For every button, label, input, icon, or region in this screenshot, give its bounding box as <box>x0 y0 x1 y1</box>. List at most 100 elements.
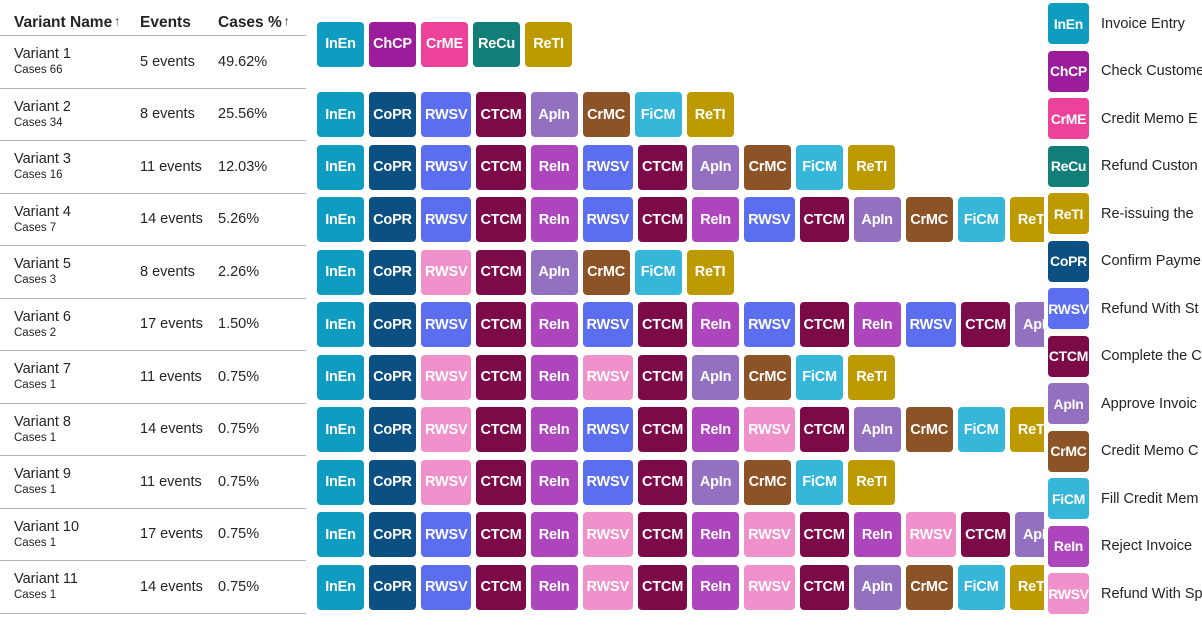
activity-tile[interactable]: InEn <box>317 512 364 558</box>
legend-item[interactable]: ChCP Check Custome <box>1044 48 1202 96</box>
activity-tile[interactable]: ApIn <box>1015 302 1044 348</box>
activity-tile[interactable]: CoPR <box>369 197 416 243</box>
activity-tile[interactable]: CTCM <box>476 564 526 610</box>
activity-tile[interactable]: InEn <box>317 407 364 453</box>
activity-tile[interactable]: CTCM <box>638 407 688 453</box>
activity-tile[interactable]: InEn <box>317 459 364 505</box>
table-row[interactable]: Variant 3 Cases 16 11 events 12.03% <box>0 141 306 194</box>
variant-sequence-row[interactable]: InEn CoPR RWSV CTCM ReIn RWSV CTCM ReIn RWSV CTCM… <box>306 561 1044 614</box>
activity-tile[interactable]: ReTI <box>1009 197 1044 243</box>
activity-tile[interactable]: CTCM <box>799 564 849 610</box>
table-row[interactable]: Variant 10 Cases 1 17 events 0.75% <box>0 509 306 561</box>
activity-tile[interactable]: CTCM <box>476 407 526 453</box>
activity-tile[interactable]: ReTI <box>848 459 896 505</box>
activity-tile[interactable]: CTCM <box>961 512 1011 558</box>
legend-item[interactable]: RWSV Refund With St <box>1044 285 1202 333</box>
variant-sequence-row[interactable]: InEn CoPR RWSV CTCM ReIn RWSV CTCM ApIn CrMC FiCM… <box>306 456 1044 509</box>
activity-tile[interactable]: FiCM <box>957 407 1005 453</box>
activity-tile[interactable]: InEn <box>317 302 364 348</box>
activity-tile[interactable]: ApIn <box>530 249 578 295</box>
table-row[interactable]: Variant 1 Cases 66 5 events 49.62% <box>0 36 306 89</box>
activity-tile[interactable]: RWSV <box>744 564 795 610</box>
activity-tile[interactable]: InEn <box>317 144 364 190</box>
activity-tile[interactable]: ReIn <box>530 197 578 243</box>
legend-item[interactable]: CrMC Credit Memo C <box>1044 428 1202 476</box>
activity-tile[interactable]: RWSV <box>905 302 957 348</box>
activity-tile[interactable]: ReTI <box>686 92 734 138</box>
activity-tile[interactable]: CTCM <box>799 407 849 453</box>
activity-tile[interactable]: RWSV <box>582 302 633 348</box>
activity-tile[interactable]: CrMC <box>905 564 953 610</box>
activity-tile[interactable]: InEn <box>317 197 364 243</box>
activity-tile[interactable]: ReIn <box>530 354 578 400</box>
activity-tile[interactable]: CTCM <box>476 459 526 505</box>
activity-tile[interactable]: CTCM <box>476 302 526 348</box>
activity-tile[interactable]: CTCM <box>638 354 688 400</box>
activity-tile[interactable]: FiCM <box>957 197 1005 243</box>
activity-tile[interactable]: CTCM <box>799 197 849 243</box>
column-header-events[interactable]: Events <box>140 14 218 32</box>
activity-tile[interactable]: ReIn <box>692 512 740 558</box>
activity-tile[interactable]: CTCM <box>476 197 526 243</box>
activity-tile[interactable]: ApIn <box>530 92 578 138</box>
activity-tile[interactable]: RWSV <box>421 197 472 243</box>
activity-tile[interactable]: ReCu <box>473 21 520 67</box>
legend-item[interactable]: CTCM Complete the C <box>1044 333 1202 381</box>
table-row[interactable]: Variant 5 Cases 38 events 2.26% <box>0 246 306 299</box>
activity-tile[interactable]: FiCM <box>796 459 844 505</box>
activity-tile[interactable]: ReIn <box>853 302 901 348</box>
activity-tile[interactable]: ReTI <box>686 249 734 295</box>
activity-tile[interactable]: CrMC <box>905 407 953 453</box>
activity-tile[interactable]: CoPR <box>369 407 416 453</box>
activity-tile[interactable]: RWSV <box>744 512 795 558</box>
activity-tile[interactable]: RWSV <box>421 564 472 610</box>
activity-tile[interactable]: CrMC <box>744 354 792 400</box>
activity-tile[interactable]: ApIn <box>1015 512 1044 558</box>
table-row[interactable]: Variant 9 Cases 1 11 events 0.75% <box>0 456 306 509</box>
activity-tile[interactable]: InEn <box>317 354 364 400</box>
activity-tile[interactable]: ReTI <box>1009 564 1044 610</box>
activity-tile[interactable]: RWSV <box>582 197 633 243</box>
variant-sequence-row[interactable]: InEn CoPR RWSV CTCM ReIn RWSV CTCM ApIn CrMC FiCM… <box>306 141 1044 194</box>
activity-tile[interactable]: CTCM <box>476 512 526 558</box>
activity-tile[interactable]: FiCM <box>634 92 682 138</box>
activity-tile[interactable]: CrMC <box>582 249 630 295</box>
activity-tile[interactable]: CoPR <box>369 92 416 138</box>
activity-tile[interactable]: ReIn <box>530 512 578 558</box>
activity-tile[interactable]: CTCM <box>961 302 1011 348</box>
table-row[interactable]: Variant 6 Cases 2 17 events 1.50% <box>0 299 306 351</box>
activity-tile[interactable]: ChCP <box>369 21 416 67</box>
variant-sequence-row[interactable]: InEn CoPR RWSV CTCM ReIn RWSV CTCM ReIn RWSV CTCM… <box>306 509 1044 562</box>
activity-tile[interactable]: ReIn <box>530 302 578 348</box>
activity-tile[interactable]: ReIn <box>530 407 578 453</box>
activity-tile[interactable]: CoPR <box>369 459 416 505</box>
legend-item[interactable]: FiCM Fill Credit Mem <box>1044 475 1202 523</box>
variant-sequence-row[interactable]: InEn CoPR RWSV CTCM ApIn CrMC FiCM ReTI <box>306 246 1044 299</box>
activity-tile[interactable]: RWSV <box>421 92 472 138</box>
activity-tile[interactable]: RWSV <box>421 459 472 505</box>
activity-tile[interactable]: RWSV <box>582 144 633 190</box>
activity-tile[interactable]: CoPR <box>369 144 416 190</box>
table-row[interactable]: Variant 7 Cases 1 11 events 0.75% <box>0 351 306 404</box>
activity-tile[interactable]: ReIn <box>853 512 901 558</box>
variant-sequence-row[interactable]: InEn CoPR RWSV CTCM ReIn RWSV CTCM ApIn CrMC FiCM… <box>306 351 1044 404</box>
activity-tile[interactable]: ApIn <box>692 144 740 190</box>
activity-tile[interactable]: CrMC <box>744 459 792 505</box>
activity-tile[interactable]: ReTI <box>848 354 896 400</box>
activity-tile[interactable]: ReIn <box>530 564 578 610</box>
activity-tile[interactable]: InEn <box>317 249 364 295</box>
activity-tile[interactable]: RWSV <box>744 302 795 348</box>
activity-tile[interactable]: CTCM <box>638 459 688 505</box>
activity-tile[interactable]: ApIn <box>692 459 740 505</box>
activity-tile[interactable]: ApIn <box>692 354 740 400</box>
activity-tile[interactable]: ReIn <box>692 564 740 610</box>
activity-tile[interactable]: RWSV <box>582 512 633 558</box>
column-header-cases-pct[interactable]: Cases % ↑ <box>218 14 298 32</box>
activity-tile[interactable]: CTCM <box>799 302 849 348</box>
activity-tile[interactable]: RWSV <box>582 564 633 610</box>
legend-item[interactable]: ReIn Reject Invoice <box>1044 523 1202 571</box>
activity-tile[interactable]: CoPR <box>369 564 416 610</box>
activity-tile[interactable]: ReIn <box>530 144 578 190</box>
table-row[interactable]: Variant 11 Cases 1 14 events 0.75% <box>0 561 306 614</box>
activity-tile[interactable]: ApIn <box>853 564 901 610</box>
